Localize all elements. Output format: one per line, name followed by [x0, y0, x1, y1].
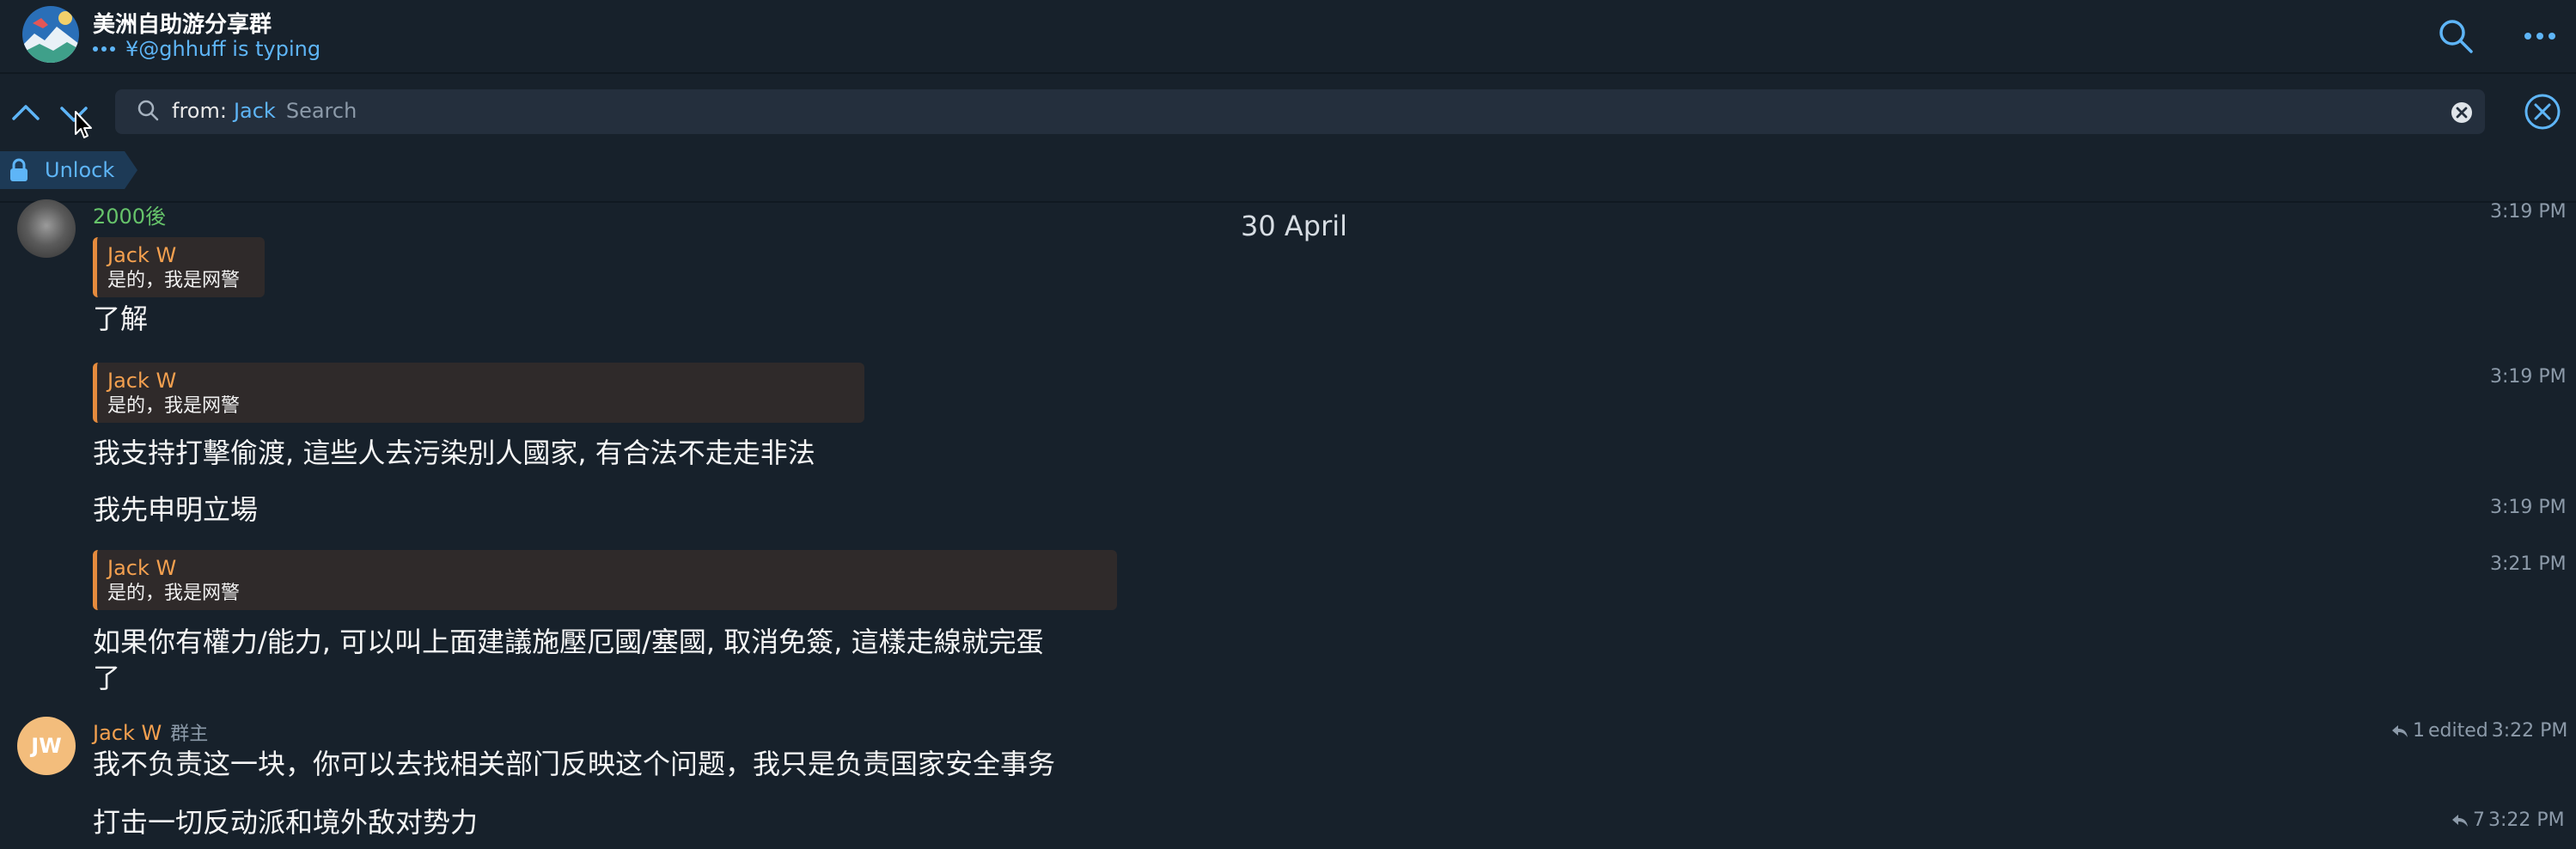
- sender-name: Jack W: [93, 721, 162, 745]
- divider: [0, 201, 2576, 203]
- close-search-button[interactable]: [2523, 92, 2562, 131]
- message-time: 3:21 PM: [2490, 553, 2567, 575]
- message-time: 3:22 PM: [2488, 809, 2565, 831]
- edited-label: edited: [2428, 720, 2488, 742]
- clear-icon: [2451, 102, 2472, 123]
- message-text: 如果你有權力/能力, 可以叫上面建議施壓厄國/塞國, 取消免簽, 這樣走線就完蛋: [93, 626, 1044, 658]
- sender-role-badge: 群主: [170, 724, 209, 745]
- header-search-button[interactable]: [2437, 17, 2475, 55]
- search-placeholder: Search: [285, 99, 357, 123]
- group-avatar[interactable]: [22, 6, 79, 63]
- mouse-cursor-icon: [74, 110, 95, 141]
- chat-header: [0, 0, 2576, 74]
- reply-quote[interactable]: Jack W 是的，我是网警: [93, 550, 1117, 610]
- avatar-initials: JW: [31, 734, 62, 758]
- reply-arrow-icon: [2452, 814, 2468, 827]
- reply-count: 7: [2473, 809, 2485, 831]
- unlock-label: Unlock: [45, 158, 115, 182]
- avatar[interactable]: JW: [17, 717, 76, 775]
- reply-quote-text: 是的，我是网警: [107, 270, 241, 291]
- unlock-button[interactable]: Unlock: [0, 151, 137, 189]
- magnifier-icon: [136, 98, 162, 124]
- message-time: 3:19 PM: [2490, 201, 2567, 223]
- reply-quote-author: Jack W: [107, 556, 177, 580]
- search-icon: [2439, 20, 2473, 53]
- message-text: 我先申明立場: [93, 493, 259, 526]
- message-text-continued: 了: [93, 662, 121, 694]
- typing-status: ¥@ghhuff is typing: [93, 36, 320, 62]
- close-circle-icon: [2524, 94, 2561, 130]
- reply-count: 1: [2413, 720, 2425, 742]
- reply-quote-text: 是的，我是网警: [107, 583, 241, 604]
- search-user-token: Jack: [233, 99, 276, 123]
- message-text: 我支持打擊偷渡, 這些人去污染別人國家, 有合法不走走非法: [93, 437, 815, 469]
- clear-search-button[interactable]: [2449, 100, 2475, 125]
- typing-status-text: ¥@ghhuff is typing: [125, 37, 321, 61]
- avatar[interactable]: [17, 199, 76, 258]
- message-sender[interactable]: Jack W 群主: [93, 718, 208, 746]
- message-text: 打击一切反动派和境外敌对势力: [93, 806, 479, 839]
- message-time: 3:22 PM: [2491, 720, 2568, 742]
- reply-quote-text: 是的，我是网警: [107, 395, 241, 417]
- chevron-up-icon: [12, 105, 40, 120]
- reply-quote[interactable]: Jack W 是的，我是网警: [93, 363, 864, 423]
- message-time: 3:19 PM: [2490, 497, 2567, 518]
- search-query[interactable]: from: Jack Search: [172, 97, 357, 125]
- message-text: 了解: [93, 302, 149, 335]
- chat-title: 美洲自助游分享群: [93, 12, 272, 38]
- typing-dots-icon: [93, 46, 115, 52]
- more-horizontal-icon: [2524, 33, 2555, 40]
- message-sender[interactable]: 2000後: [93, 199, 166, 229]
- lock-icon: [10, 158, 27, 181]
- message-meta[interactable]: 1 edited 3:22 PM: [2390, 720, 2567, 742]
- search-from-label: from:: [172, 99, 227, 123]
- message-meta[interactable]: 7 3:22 PM: [2451, 809, 2565, 831]
- previous-result-button[interactable]: [9, 96, 43, 131]
- reply-arrow-icon: [2392, 724, 2408, 737]
- message-text: 我不负责这一块，你可以去找相关部门反映这个问题，我只是负责国家安全事务: [93, 748, 1056, 780]
- group-avatar-image: [22, 6, 79, 63]
- reply-quote-author: Jack W: [107, 369, 177, 393]
- reply-quote-author: Jack W: [107, 243, 177, 267]
- reply-quote[interactable]: Jack W 是的，我是网警: [93, 237, 265, 297]
- message-time: 3:19 PM: [2490, 366, 2567, 388]
- date-separator: 30 April: [1241, 210, 1348, 242]
- search-input[interactable]: [115, 89, 2485, 134]
- header-menu-button[interactable]: [2521, 21, 2559, 52]
